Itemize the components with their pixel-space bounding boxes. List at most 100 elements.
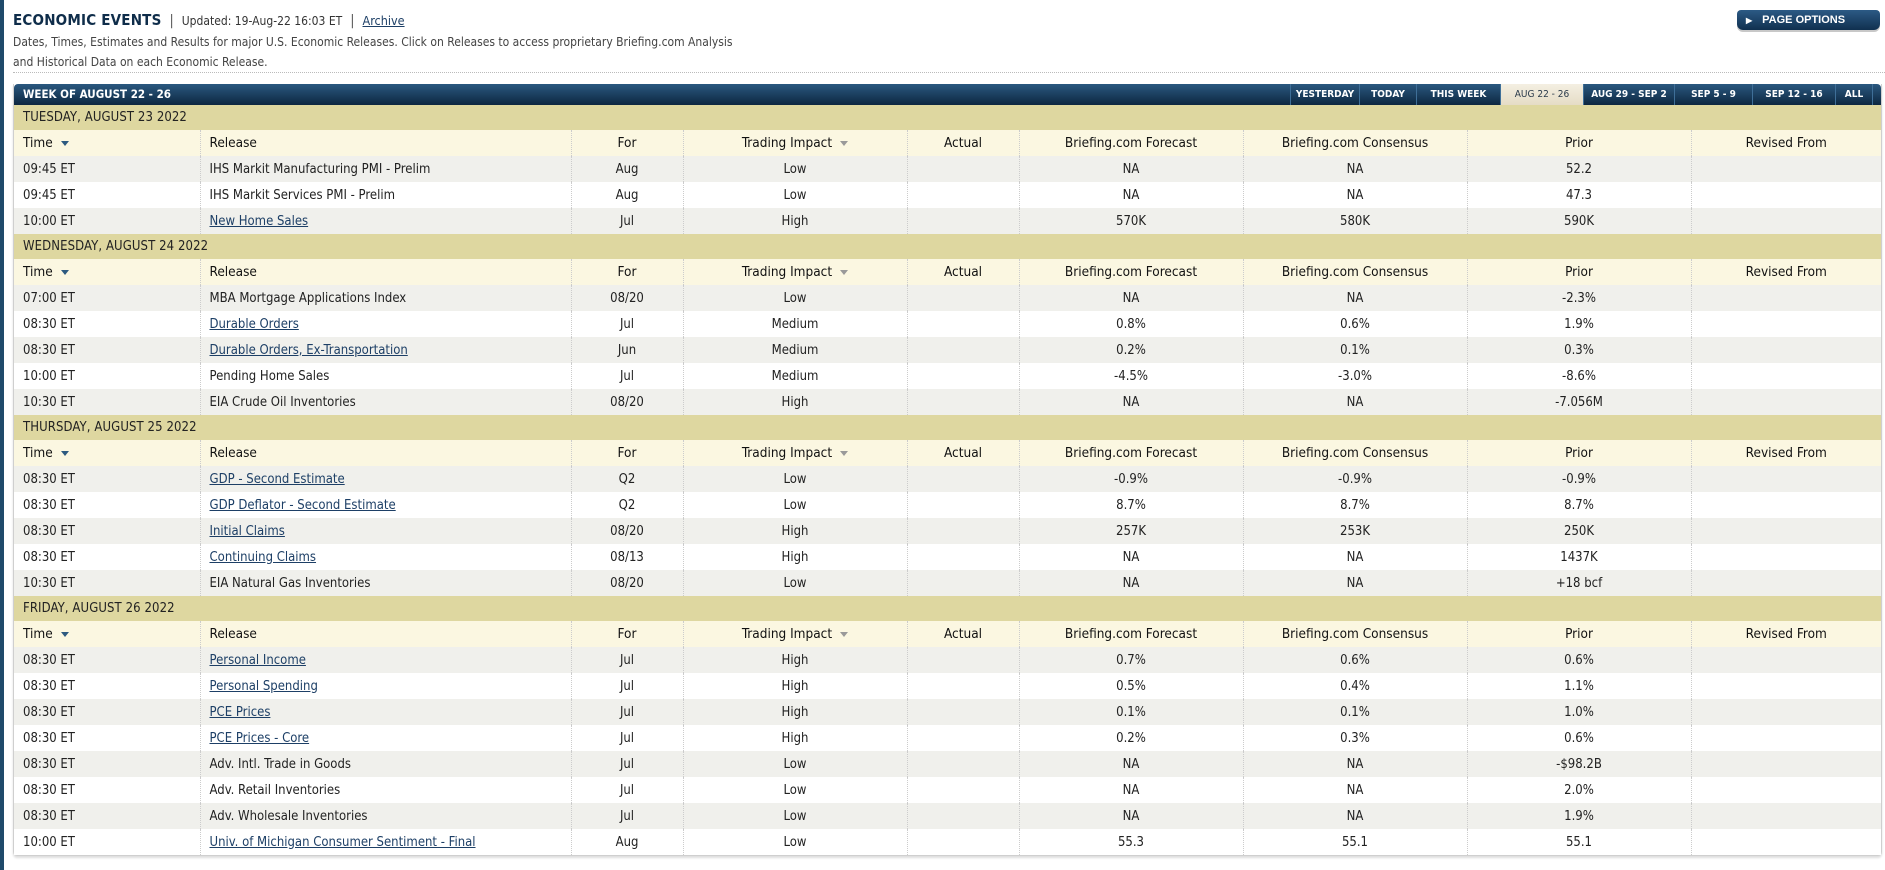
release-link[interactable]: Initial Claims [210, 524, 285, 539]
cell-for: Aug [570, 182, 683, 208]
release-link[interactable]: Continuing Claims [210, 550, 317, 565]
column-header-time[interactable]: Time [14, 440, 200, 466]
cell-revised [1690, 311, 1881, 337]
column-header-impact[interactable]: Trading Impact [682, 130, 907, 156]
cell-for: 08/20 [570, 570, 683, 596]
cell-release: Adv. Retail Inventories [199, 777, 571, 803]
column-header-actual: Actual [906, 259, 1019, 285]
cell-time: 08:30 ET [14, 673, 200, 699]
cell-release: Durable Orders, Ex-Transportation [199, 337, 571, 363]
cell-release: Durable Orders [199, 311, 571, 337]
sort-down-icon[interactable] [60, 269, 69, 275]
cell-for: Aug [570, 829, 683, 855]
cell-time: 10:30 ET [14, 570, 200, 596]
cell-actual [906, 389, 1019, 415]
column-header-impact[interactable]: Trading Impact [682, 440, 907, 466]
cell-time: 10:30 ET [14, 389, 200, 415]
cell-release: EIA Crude Oil Inventories [199, 389, 571, 415]
release-link[interactable]: New Home Sales [210, 214, 309, 229]
cell-actual [906, 208, 1019, 234]
cell-forecast: NA [1018, 803, 1243, 829]
cell-consensus: NA [1242, 751, 1467, 777]
week-tab-sep-12-16[interactable]: SEP 12 - 16 [1752, 84, 1835, 105]
cell-for: Jun [570, 337, 683, 363]
column-header-label: Briefing.com Consensus [1281, 626, 1429, 642]
cell-release: IHS Markit Manufacturing PMI - Prelim [199, 156, 571, 182]
page-options-button[interactable]: ▶ PAGE OPTIONS [1737, 10, 1880, 30]
column-header-label: Release [209, 135, 257, 151]
release-link[interactable]: Durable Orders, Ex-Transportation [210, 343, 408, 358]
cell-for: Jul [570, 363, 683, 389]
column-header-time[interactable]: Time [14, 259, 200, 285]
cell-forecast: NA [1018, 389, 1243, 415]
event-row: 07:00 ET MBA Mortgage Applications Index 0… [14, 285, 1881, 311]
cell-release: Pending Home Sales [199, 363, 571, 389]
archive-link[interactable]: Archive [363, 13, 405, 28]
cell-prior: -0.9% [1466, 466, 1691, 492]
week-tab-sep-5-9[interactable]: SEP 5 - 9 [1674, 84, 1752, 105]
column-header-impact[interactable]: Trading Impact [682, 621, 907, 647]
sort-down-icon[interactable] [840, 450, 849, 456]
event-row: 08:30 ET GDP Deflator - Second Estimate Q2… [14, 492, 1881, 518]
sort-down-icon[interactable] [840, 631, 849, 637]
cell-release: IHS Markit Services PMI - Prelim [199, 182, 571, 208]
cell-impact: High [682, 208, 907, 234]
sort-down-icon[interactable] [60, 450, 69, 456]
column-header-forecast: Briefing.com Forecast [1018, 621, 1243, 647]
sort-down-icon[interactable] [840, 140, 849, 146]
event-row: 08:30 ET Personal Income Jul High 0.7% 0.6% 0.… [14, 647, 1881, 673]
week-tabs: YESTERDAY TODAY THIS WEEK AUG 22 - 26 AUG 29… [1290, 84, 1873, 105]
column-header-release: Release [199, 621, 571, 647]
cell-time: 08:30 ET [14, 337, 200, 363]
cell-revised [1690, 803, 1881, 829]
release-link[interactable]: PCE Prices - Core [210, 731, 310, 746]
cell-for: 08/20 [570, 389, 683, 415]
cell-time: 08:30 ET [14, 777, 200, 803]
release-link[interactable]: GDP Deflator - Second Estimate [210, 498, 396, 513]
cell-for: Q2 [570, 492, 683, 518]
release-link[interactable]: Univ. of Michigan Consumer Sentiment - F… [210, 835, 476, 850]
week-tab-this-week[interactable]: THIS WEEK [1416, 84, 1500, 105]
day-label: THURSDAY, AUGUST 25 2022 [14, 415, 1881, 440]
cell-prior: -2.3% [1466, 285, 1691, 311]
cell-forecast: -0.9% [1018, 466, 1243, 492]
cell-actual [906, 829, 1019, 855]
column-header-revised: Revised From [1690, 440, 1881, 466]
cell-release: PCE Prices [199, 699, 571, 725]
cell-for: Jul [570, 647, 683, 673]
cell-forecast: NA [1018, 751, 1243, 777]
cell-actual [906, 518, 1019, 544]
week-tab-aug-22-26[interactable]: AUG 22 - 26 [1500, 84, 1583, 105]
release-link[interactable]: Personal Spending [210, 679, 318, 694]
release-link[interactable]: Durable Orders [210, 317, 299, 332]
column-header-time[interactable]: Time [14, 621, 200, 647]
cell-consensus: 0.1% [1242, 337, 1467, 363]
day-header-row: THURSDAY, AUGUST 25 2022 [14, 415, 1881, 440]
sort-down-icon[interactable] [60, 631, 69, 637]
week-tab-aug-29-sep-2[interactable]: AUG 29 - SEP 2 [1583, 84, 1674, 105]
column-header-for: For [570, 621, 683, 647]
week-tab-all[interactable]: ALL [1835, 84, 1873, 105]
cell-consensus: 0.6% [1242, 647, 1467, 673]
column-header-time[interactable]: Time [14, 130, 200, 156]
cell-prior: 0.3% [1466, 337, 1691, 363]
cell-consensus: NA [1242, 389, 1467, 415]
release-link[interactable]: Personal Income [210, 653, 306, 668]
cell-revised [1690, 570, 1881, 596]
event-row: 09:45 ET IHS Markit Manufacturing PMI - P… [14, 156, 1881, 182]
week-tab-yesterday[interactable]: YESTERDAY [1290, 84, 1359, 105]
release-link[interactable]: PCE Prices [210, 705, 271, 720]
release-link[interactable]: GDP - Second Estimate [210, 472, 345, 487]
cell-revised [1690, 208, 1881, 234]
sort-down-icon[interactable] [60, 140, 69, 146]
column-header-label: Trading Impact [741, 264, 833, 280]
column-header-label: Revised From [1745, 626, 1827, 642]
column-header-label: Release [209, 264, 257, 280]
column-header-impact[interactable]: Trading Impact [682, 259, 907, 285]
week-tab-today[interactable]: TODAY [1359, 84, 1416, 105]
event-row: 10:00 ET Univ. of Michigan Consumer Senti… [14, 829, 1881, 855]
cell-time: 08:30 ET [14, 699, 200, 725]
sort-down-icon[interactable] [840, 269, 849, 275]
title-separator: | [169, 13, 174, 29]
cell-forecast: NA [1018, 777, 1243, 803]
